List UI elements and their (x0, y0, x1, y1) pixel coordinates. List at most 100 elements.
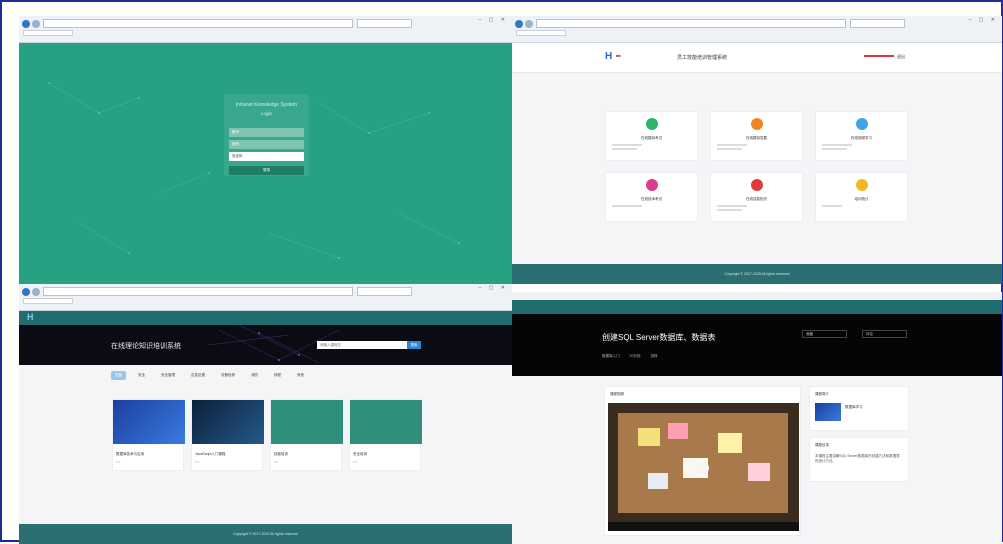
course-thumbnail (350, 400, 422, 444)
course-catalog-title: 课程目录 (815, 443, 829, 447)
video-frame-graphic (608, 403, 799, 531)
module-icon (856, 118, 868, 130)
course-meta-row: 数据库入门 20分钟 讲师 (602, 354, 657, 359)
forward-icon[interactable] (32, 20, 40, 28)
window-controls[interactable]: – ▢ ✕ (479, 17, 508, 23)
course-card[interactable]: JavaScript入门课程 0 0 (191, 399, 264, 471)
login-button[interactable]: 登录 (229, 166, 304, 175)
module-icon (751, 179, 763, 191)
captcha-input[interactable]: 验证码 (229, 152, 304, 161)
course-thumbnail (271, 400, 343, 444)
search-banner: 在线理论知识培训系统 请输入课程名 搜索 (19, 325, 512, 365)
course-title: 创建SQL Server数据库、数据表 (602, 333, 716, 342)
browser-search-box[interactable] (357, 287, 412, 296)
address-bar[interactable] (43, 19, 353, 28)
browser-search-box[interactable] (357, 19, 412, 28)
browser-menubar (512, 292, 1002, 300)
address-bar[interactable] (43, 287, 353, 296)
address-bar[interactable] (536, 19, 846, 28)
module-card[interactable]: 在线视频学习 (815, 111, 908, 161)
module-title: 在线视频学习 (851, 136, 872, 140)
forward-icon[interactable] (525, 20, 533, 28)
module-card[interactable]: 在线技能知识 (710, 172, 803, 222)
back-icon[interactable] (22, 288, 30, 296)
window-controls[interactable]: – ▢ ✕ (479, 285, 508, 291)
tab-category[interactable]: 其他 (293, 371, 308, 380)
module-card[interactable]: 在线模拟考试 (605, 111, 698, 161)
login-window: – ▢ ✕ Intranet Knowledge System Login 账号… (19, 16, 512, 284)
browser-search-box[interactable] (850, 19, 905, 28)
module-title: 在线模拟考试 (641, 136, 662, 140)
tab-category[interactable]: 设备检修 (217, 371, 239, 380)
dashboard-footer: Copyright © 2017-2020 All rights reserve… (512, 264, 1002, 284)
module-card[interactable]: 培训统计 (815, 172, 908, 222)
company-logo-icon: H (605, 51, 613, 62)
module-icon (751, 118, 763, 130)
dashboard-window: – ▢ ✕ H ■■ 员工技能培训管理系统 退出 在线模拟考试 在线模拟答题 在… (512, 16, 1002, 284)
course-name: 安全培训 (353, 452, 367, 456)
login-title: Intranet Knowledge System (235, 102, 298, 108)
comment-button[interactable]: 评论 (862, 330, 907, 338)
course-card[interactable]: 安全培训 0 0 (349, 399, 422, 471)
course-thumbnail (192, 400, 264, 444)
module-title: 在线模拟答题 (746, 136, 767, 140)
tab-category[interactable]: 消防 (247, 371, 262, 380)
browser-tab[interactable] (23, 298, 73, 304)
banner-title: 在线理论知识培训系统 (111, 343, 181, 350)
video-player[interactable] (608, 403, 799, 531)
module-card[interactable]: 在线技术考试 (605, 172, 698, 222)
course-name: JavaScript入门课程 (195, 452, 226, 456)
logout-link[interactable]: 退出 (897, 54, 905, 60)
site-logo-icon: H (27, 312, 34, 322)
browser-chrome: – ▢ ✕ (512, 16, 1002, 43)
screenshot-frame: – ▢ ✕ Intranet Knowledge System Login 账号… (0, 0, 1003, 544)
browser-tab[interactable] (516, 30, 566, 36)
video-panel-title: 课程视频 (610, 392, 624, 396)
course-card[interactable]: 技能培训 0 0 (270, 399, 343, 471)
course-meta: 0 0 (353, 460, 358, 464)
favorite-button[interactable]: 收藏 (802, 330, 847, 338)
course-banner: 创建SQL Server数据库、数据表 数据库入门 20分钟 讲师 收藏 评论 (512, 314, 1002, 376)
search-button[interactable]: 搜索 (407, 341, 421, 349)
tab-category[interactable]: 安全 (134, 371, 149, 380)
site-topbar: H (19, 311, 512, 325)
back-icon[interactable] (515, 20, 523, 28)
module-card[interactable]: 在线模拟答题 (710, 111, 803, 161)
course-teacher: 讲师 (650, 354, 658, 358)
tab-category[interactable]: 安全管理 (157, 371, 179, 380)
login-subtitle: Login (260, 111, 272, 116)
video-controls[interactable] (608, 522, 799, 531)
module-icon (856, 179, 868, 191)
course-intro-thumbnail (815, 403, 841, 421)
course-name: 数据库技术与应用 (116, 452, 144, 456)
course-card[interactable]: 数据库技术与应用 0 0 (112, 399, 185, 471)
dashboard-body (512, 43, 1002, 284)
course-intro-title: 课程简介 (815, 392, 829, 396)
course-intro-text: 数据库学习 (845, 405, 863, 409)
video-panel: 课程视频 (604, 386, 801, 536)
password-input[interactable]: 密码 (229, 140, 304, 149)
forward-icon[interactable] (32, 288, 40, 296)
course-intro-panel: 课程简介 数据库学习 (809, 386, 909, 431)
back-icon[interactable] (22, 20, 30, 28)
course-meta: 0 0 (116, 460, 121, 464)
window-controls[interactable]: – ▢ ✕ (969, 17, 998, 23)
network-graphic (208, 325, 340, 364)
browser-chrome: – ▢ ✕ (19, 16, 512, 43)
module-icon (646, 118, 658, 130)
tab-all[interactable]: 全部 (111, 371, 126, 380)
tab-category[interactable]: 规程 (270, 371, 285, 380)
course-list-window: – ▢ ✕ H 在线理论知识培训系统 请输入课程名 搜索 全部 安全 安全管理 … (19, 284, 512, 544)
login-panel: Intranet Knowledge System Login 账号 密码 验证… (224, 94, 309, 176)
course-meta: 0 0 (195, 460, 200, 464)
course-meta: 0 0 (274, 460, 279, 464)
username-input[interactable]: 账号 (229, 128, 304, 137)
browser-tab[interactable] (23, 30, 73, 36)
course-catalog-text: 本课程主要讲解SQL Server数据库的创建方法和数据表的设计方法。 (815, 454, 900, 463)
user-name-redacted (864, 55, 894, 57)
module-icon (646, 179, 658, 191)
module-title: 培训统计 (854, 197, 869, 201)
dashboard-header: H ■■ 员工技能培训管理系统 退出 (512, 43, 1002, 73)
tab-category[interactable]: 应急处置 (187, 371, 209, 380)
course-search-input[interactable]: 请输入课程名 (317, 341, 407, 349)
